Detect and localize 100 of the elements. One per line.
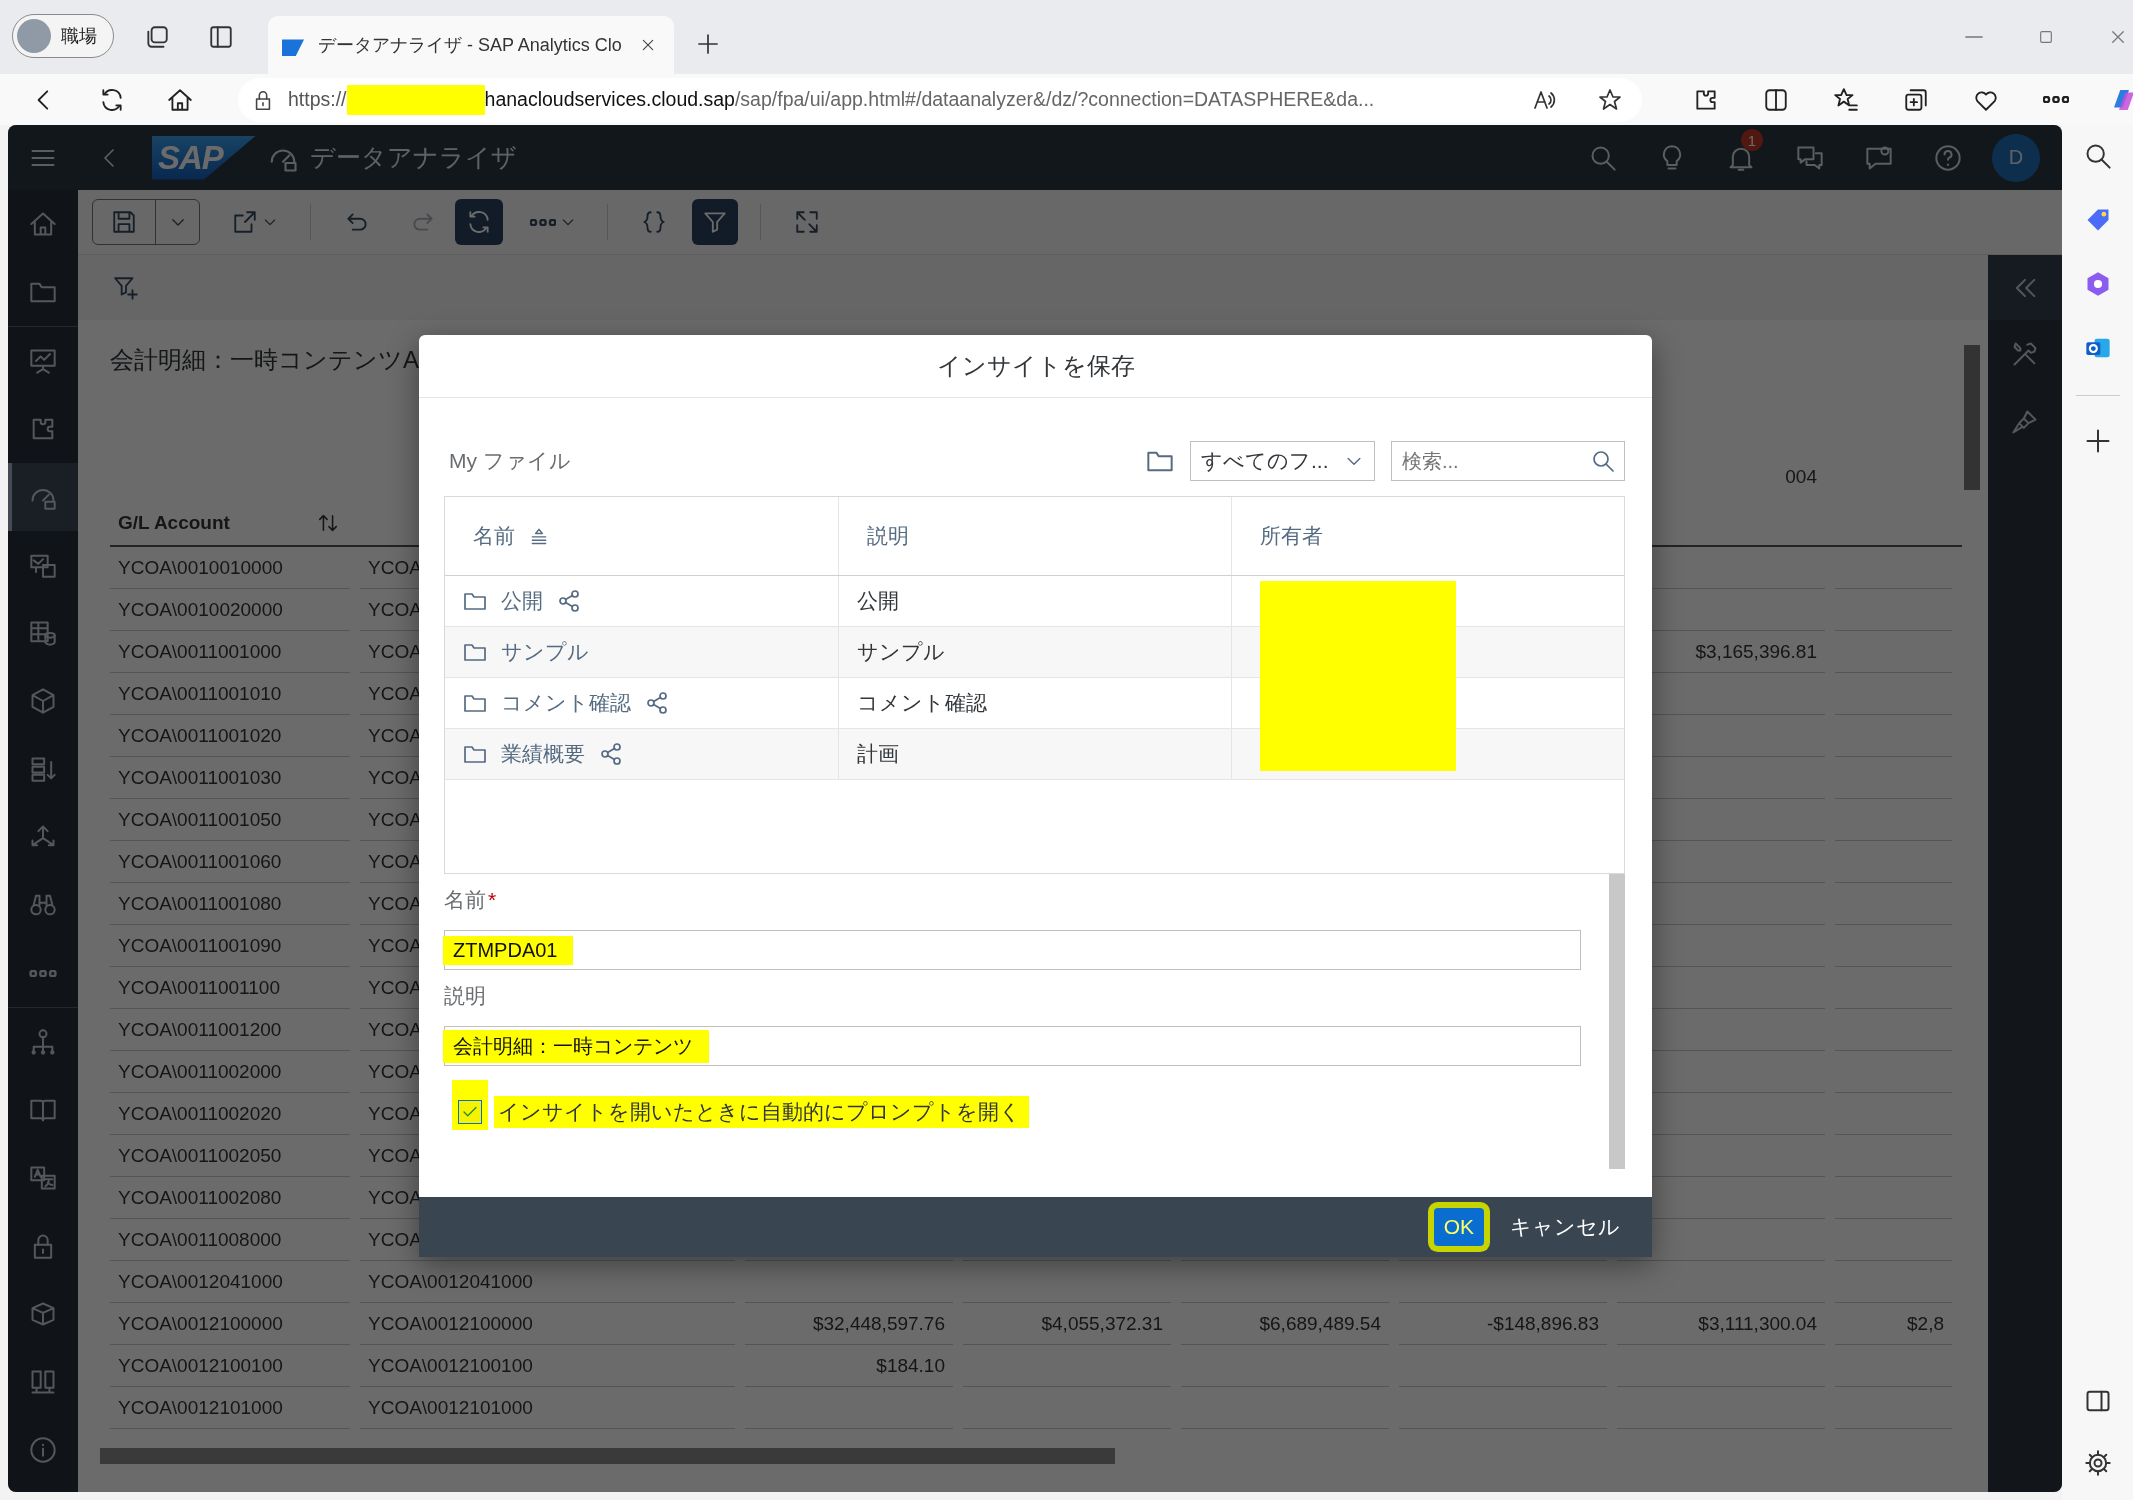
url-text: https:// hanacloudservices.cloud.sap/sap/fpa/ui/app.html#/dataanalyzer&/dz/?connection=DATASPHERE&da... bbox=[288, 84, 1375, 115]
checkbox-label: インサイトを開いたときに自動的にプロンプトを開く bbox=[494, 1096, 1029, 1128]
cube-icon bbox=[29, 687, 57, 715]
filter-add-icon bbox=[113, 274, 139, 301]
tools-icon bbox=[2011, 340, 2039, 368]
list-icon bbox=[29, 755, 57, 783]
save-button[interactable] bbox=[92, 199, 200, 245]
favorites-icon bbox=[1833, 86, 1859, 113]
file-name: コメント確認 bbox=[501, 690, 631, 716]
table-cell: $2,8 bbox=[1835, 1303, 1952, 1345]
maximize-icon bbox=[2038, 29, 2054, 45]
table-cell: YCOA\0011001200 bbox=[110, 1009, 350, 1051]
close-icon bbox=[2109, 28, 2127, 46]
sap-logo: SAP bbox=[152, 135, 256, 180]
share-icon bbox=[557, 589, 581, 613]
table-cell: YCOA\0011001050 bbox=[110, 799, 350, 841]
table-cell: YCOA\0010010000 bbox=[110, 547, 350, 589]
table-cell: $184.10 bbox=[745, 1345, 953, 1387]
column-header[interactable]: 名前 bbox=[473, 522, 515, 550]
table-cell: YCOA\0011001060 bbox=[110, 841, 350, 883]
table-cell: $4,055,372.31 bbox=[963, 1303, 1171, 1345]
table-cell: YCOA\0011002080 bbox=[110, 1177, 350, 1219]
collapse-panel-button[interactable] bbox=[1988, 255, 2062, 320]
hierarchy-icon bbox=[29, 1028, 57, 1056]
more-icon bbox=[530, 218, 556, 226]
split-screen-icon bbox=[1763, 86, 1789, 113]
file-name: 公開 bbox=[501, 588, 543, 614]
cancel-button[interactable]: キャンセル bbox=[1500, 1208, 1630, 1246]
search-field[interactable]: 検索... bbox=[1391, 441, 1625, 481]
share-icon bbox=[645, 691, 669, 715]
translate-icon bbox=[29, 1164, 57, 1192]
horizontal-scrollbar[interactable] bbox=[100, 1448, 1115, 1464]
profile-button[interactable]: 職場 bbox=[12, 14, 114, 58]
paintbrush-icon bbox=[2011, 408, 2039, 436]
report-title: 会計明細：一時コンテンツA bbox=[110, 345, 419, 375]
file-description: 公開 bbox=[857, 588, 899, 614]
search-icon bbox=[1591, 449, 1615, 473]
fullscreen-icon bbox=[794, 209, 820, 235]
table-cell: YCOA\0011002050 bbox=[110, 1135, 350, 1177]
field-label: 説明 bbox=[444, 983, 486, 1009]
box-icon bbox=[29, 1300, 57, 1328]
filter-button[interactable] bbox=[692, 199, 738, 245]
column-header[interactable]: 説明 bbox=[867, 522, 909, 550]
table-cell: YCOA\0012100000 bbox=[110, 1303, 350, 1345]
table-cell: YCOA\0011001030 bbox=[110, 757, 350, 799]
location-label: My ファイル bbox=[449, 448, 571, 474]
vertical-scrollbar[interactable] bbox=[1964, 345, 1980, 490]
more-icon bbox=[29, 969, 57, 977]
filter-icon bbox=[702, 209, 728, 235]
table-icon bbox=[29, 619, 57, 647]
info-icon bbox=[29, 1436, 57, 1464]
presentation-icon bbox=[29, 347, 57, 375]
plus-icon bbox=[695, 32, 720, 56]
address-bar[interactable]: https:// hanacloudservices.cloud.sap/sap/fpa/ui/app.html#/dataanalyzer&/dz/?connection=DATASPHERE&da... bbox=[238, 77, 1642, 122]
share-icon bbox=[599, 742, 623, 766]
vertical-scrollbar[interactable] bbox=[1609, 874, 1625, 1169]
table-cell: -$148,896.83 bbox=[1399, 1303, 1607, 1345]
table-cell: $3,111,300.04 bbox=[1617, 1303, 1825, 1345]
columns-icon bbox=[29, 1368, 57, 1396]
table-cell: $32,448,597.76 bbox=[745, 1303, 953, 1345]
table-cell: YCOA\0011001000 bbox=[110, 631, 350, 673]
file-description: 計画 bbox=[857, 741, 899, 767]
sidebar-icon bbox=[208, 24, 234, 50]
braces-icon bbox=[641, 209, 667, 235]
text-field[interactable]: 会計明細：一時コンテンツ bbox=[444, 1026, 1581, 1066]
sort-ascending-icon bbox=[529, 526, 549, 546]
file-name: サンプル bbox=[501, 639, 589, 665]
notification-badge: 1 bbox=[1741, 129, 1763, 151]
table-cell: YCOA\0011002020 bbox=[110, 1093, 350, 1135]
table-cell: YCOA\0011001080 bbox=[110, 883, 350, 925]
collections-icon bbox=[1903, 86, 1929, 113]
minimize-icon bbox=[1965, 36, 1983, 38]
refresh-icon bbox=[99, 86, 125, 113]
table-cell: YCOA\0011002000 bbox=[110, 1051, 350, 1093]
browser-tab[interactable]: データアナライザ - SAP Analytics Clo bbox=[268, 16, 674, 74]
text-field[interactable]: ZTMPDA01 bbox=[444, 930, 1581, 970]
table-cell: YCOA\0012100100 bbox=[110, 1345, 350, 1387]
table-cell: YCOA\0010020000 bbox=[110, 589, 350, 631]
table-cell: YCOA\0012101000 bbox=[110, 1387, 350, 1429]
table-cell: YCOA\0012101000 bbox=[360, 1387, 735, 1429]
more-icon bbox=[2043, 96, 2069, 103]
column-header: 004 bbox=[1785, 466, 1817, 488]
table-cell: YCOA\0011008000 bbox=[110, 1219, 350, 1261]
star-icon bbox=[1598, 87, 1622, 112]
workspaces-icon bbox=[144, 24, 170, 50]
table-cell: YCOA\0012100100 bbox=[360, 1345, 735, 1387]
file-description: コメント確認 bbox=[857, 690, 987, 716]
dialog-title: インサイトを保存 bbox=[419, 335, 1652, 398]
settings-icon bbox=[2083, 1449, 2112, 1477]
column-header[interactable]: 所有者 bbox=[1260, 522, 1323, 550]
table-cell: YCOA\0011001100 bbox=[110, 967, 350, 1009]
home-icon bbox=[29, 210, 57, 238]
folder-dropdown[interactable]: すべてのフ... bbox=[1190, 441, 1375, 481]
export-icon bbox=[232, 209, 258, 235]
table-cell: YCOA\0012041000 bbox=[360, 1261, 735, 1303]
table-cell: YCOA\0011001090 bbox=[110, 925, 350, 967]
nav-button[interactable] bbox=[8, 463, 78, 531]
app-title: データアナライザ bbox=[310, 142, 517, 173]
table-cell: YCOA\0011001010 bbox=[110, 673, 350, 715]
table-cell: YCOA\0012041000 bbox=[110, 1261, 350, 1303]
